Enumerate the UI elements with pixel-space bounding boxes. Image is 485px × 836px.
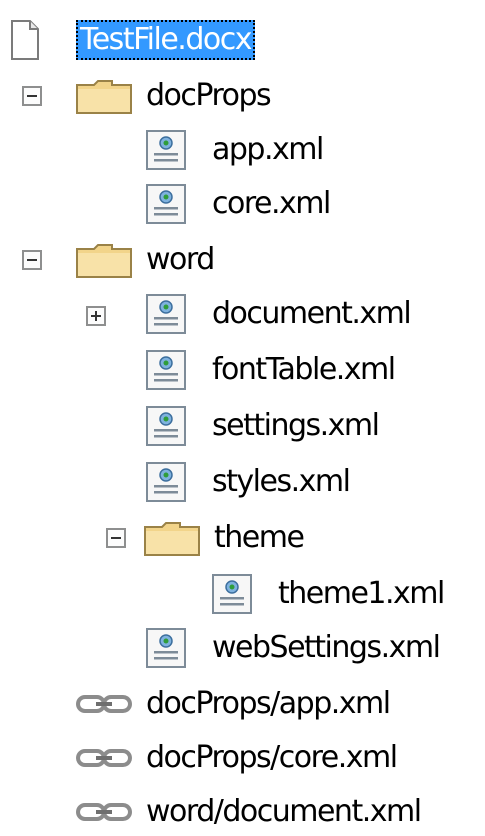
tree-item-label[interactable]: core.xml	[208, 184, 334, 224]
tree-item-document-xml[interactable]: document.xml	[0, 292, 485, 340]
tree-item-label[interactable]: docProps/app.xml	[142, 684, 394, 724]
tree-item-label[interactable]: word	[142, 240, 218, 280]
document-file-icon	[10, 20, 40, 60]
tree-item-label[interactable]: app.xml	[208, 130, 327, 170]
tree-item-rel-docprops-app[interactable]: docProps/app.xml	[0, 680, 485, 728]
tree-item-label[interactable]: docProps/core.xml	[142, 738, 401, 778]
xml-file-icon	[212, 574, 252, 614]
relationship-link-icon	[76, 802, 132, 822]
tree-item-label[interactable]: theme1.xml	[274, 574, 448, 614]
tree-item-rel-docprops-core[interactable]: docProps/core.xml	[0, 734, 485, 782]
tree-item-label[interactable]: theme	[210, 518, 307, 558]
collapse-toggle[interactable]	[22, 86, 42, 106]
tree-item-rel-word-document[interactable]: word/document.xml	[0, 788, 485, 836]
collapse-toggle[interactable]	[22, 250, 42, 270]
xml-file-icon	[146, 628, 186, 668]
folder-icon	[144, 522, 200, 556]
collapse-toggle[interactable]	[106, 528, 126, 548]
relationship-link-icon	[76, 748, 132, 768]
package-tree-view[interactable]: TestFile.docx docProps app.xml core.xml …	[0, 0, 485, 832]
xml-file-icon	[146, 406, 186, 446]
tree-item-styles-xml[interactable]: styles.xml	[0, 460, 485, 508]
tree-item-theme1-xml[interactable]: theme1.xml	[0, 572, 485, 620]
tree-item-settings-xml[interactable]: settings.xml	[0, 404, 485, 452]
xml-file-icon	[146, 462, 186, 502]
tree-item-websettings-xml[interactable]: webSettings.xml	[0, 626, 485, 674]
tree-item-label[interactable]: docProps	[142, 76, 274, 116]
tree-item-label[interactable]: fontTable.xml	[208, 350, 399, 390]
tree-item-word-folder[interactable]: word	[0, 236, 485, 284]
tree-item-label[interactable]: webSettings.xml	[208, 628, 443, 668]
tree-item-label[interactable]: document.xml	[208, 294, 414, 334]
xml-file-icon	[146, 294, 186, 334]
expand-toggle[interactable]	[86, 306, 106, 326]
tree-item-app-xml[interactable]: app.xml	[0, 128, 485, 176]
tree-item-testfile-docx[interactable]: TestFile.docx	[0, 16, 485, 64]
tree-item-label[interactable]: TestFile.docx	[76, 20, 255, 60]
xml-file-icon	[146, 184, 186, 224]
folder-icon	[76, 80, 132, 114]
relationship-link-icon	[76, 694, 132, 714]
tree-item-label[interactable]: styles.xml	[208, 462, 353, 502]
tree-item-docprops-folder[interactable]: docProps	[0, 72, 485, 120]
tree-item-label[interactable]: word/document.xml	[142, 792, 425, 832]
folder-icon	[76, 244, 132, 278]
xml-file-icon	[146, 130, 186, 170]
tree-item-label[interactable]: settings.xml	[208, 406, 382, 446]
xml-file-icon	[146, 350, 186, 390]
tree-item-core-xml[interactable]: core.xml	[0, 182, 485, 230]
tree-item-fonttable-xml[interactable]: fontTable.xml	[0, 348, 485, 396]
tree-item-theme-folder[interactable]: theme	[0, 514, 485, 562]
